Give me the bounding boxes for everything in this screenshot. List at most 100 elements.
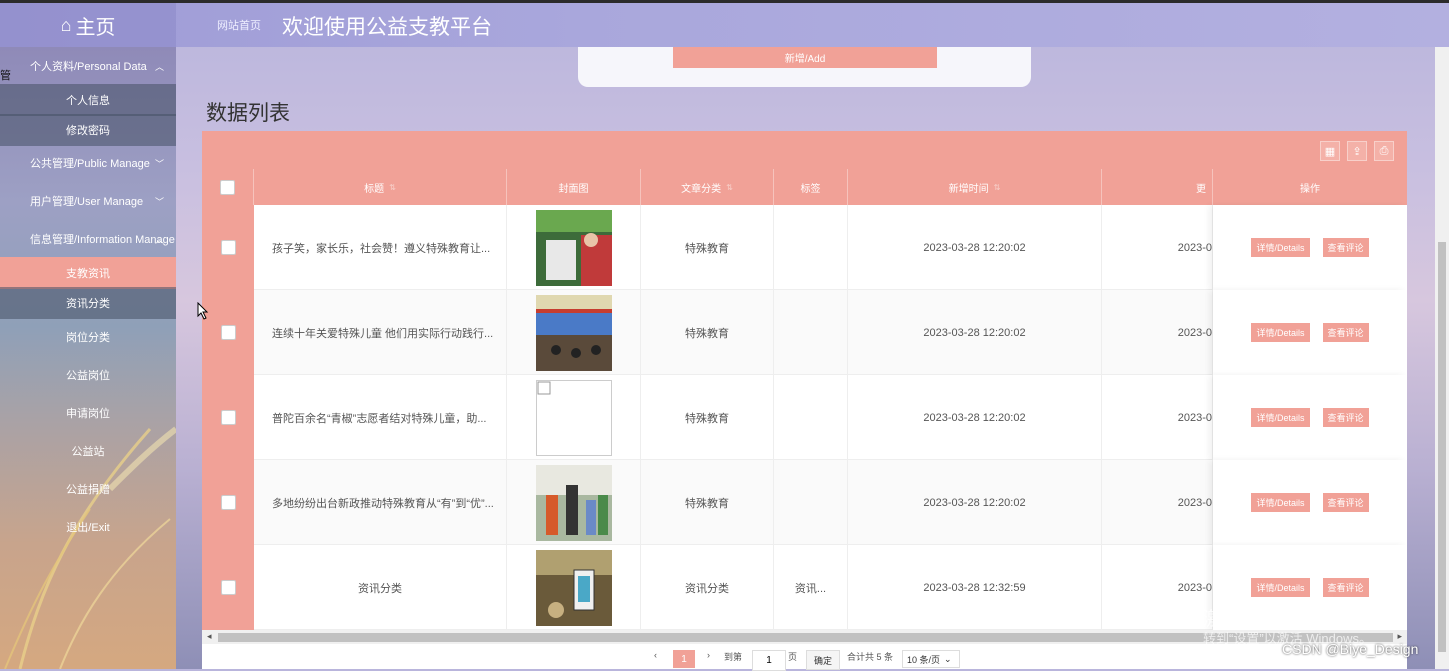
sidebar-item-9[interactable]: 公益岗位 xyxy=(0,359,176,391)
cover-image[interactable] xyxy=(535,549,612,626)
next-page-icon[interactable]: › xyxy=(707,650,710,660)
details-button[interactable]: 详情/Details xyxy=(1251,493,1310,512)
breadcrumb-home[interactable]: 网站首页 xyxy=(217,17,261,33)
sidebar-item-10[interactable]: 申请岗位 xyxy=(0,397,176,429)
view-comments-button[interactable]: 查看评论 xyxy=(1322,408,1369,427)
sidebar-item-4[interactable]: 用户管理/User Manage ﹀ xyxy=(0,185,176,217)
select-all-cell xyxy=(202,169,254,205)
tag-cell xyxy=(774,290,848,375)
cover-image[interactable] xyxy=(535,294,612,371)
row-checkbox[interactable] xyxy=(220,325,236,340)
print-icon[interactable]: ⎙ xyxy=(1374,141,1394,161)
home-link[interactable]: ⌂ 主页 xyxy=(0,3,176,47)
sidebar-item-3[interactable]: 公共管理/Public Manage ﹀ xyxy=(0,147,176,179)
col-time[interactable]: 新增时间 ⇅ xyxy=(848,169,1102,205)
category-cell: 特殊教育 xyxy=(641,205,774,290)
add-panel: 新增/Add xyxy=(578,47,1031,87)
title-cell: 多地纷纷出台新政推动特殊教育从“有”到“优”... xyxy=(254,460,507,545)
chevron-up-icon: ︿ xyxy=(154,61,164,72)
updated-cell: 2023-0 xyxy=(1102,290,1213,375)
sidebar-item-label: 公共管理/Public Manage xyxy=(30,158,150,170)
chevron-down-icon: ﹀ xyxy=(154,158,164,169)
vertical-scroll-thumb[interactable] xyxy=(1438,242,1446,652)
details-button[interactable]: 详情/Details xyxy=(1251,578,1310,597)
sidebar-item-1[interactable]: 个人信息 xyxy=(0,84,176,116)
col-category[interactable]: 文章分类 ⇅ xyxy=(641,169,774,205)
view-comments-button[interactable]: 查看评论 xyxy=(1322,323,1369,342)
page-unit-label: 页 xyxy=(788,652,798,662)
page-size-value: 10 条/页 xyxy=(907,654,941,665)
title-cell: 资讯分类 xyxy=(254,545,507,630)
sidebar-item-label: 支教资讯 xyxy=(66,268,110,280)
sort-icon[interactable]: ⇅ xyxy=(726,183,733,192)
row-actions: 详情/Details 查看评论 xyxy=(1213,290,1407,375)
sidebar-item-7[interactable]: 资讯分类 xyxy=(0,287,176,319)
home-label: 主页 xyxy=(75,16,116,39)
site-title: 欢迎使用公益支教平台 xyxy=(282,16,492,39)
details-button[interactable]: 详情/Details xyxy=(1251,408,1310,427)
prev-page-icon[interactable]: ‹ xyxy=(654,650,657,660)
col-cover: 封面图 xyxy=(507,169,641,205)
sidebar-item-2[interactable]: 修改密码 xyxy=(0,114,176,146)
sidebar-item-13[interactable]: 退出/Exit xyxy=(0,511,176,543)
details-button[interactable]: 详情/Details xyxy=(1251,238,1310,257)
view-comments-button[interactable]: 查看评论 xyxy=(1322,578,1369,597)
columns-icon[interactable]: ▦ xyxy=(1320,141,1340,161)
goto-confirm-button[interactable]: 确定 xyxy=(806,650,840,670)
page-size-select[interactable]: 10 条/页 ⌄ xyxy=(902,650,960,668)
sidebar-item-12[interactable]: 公益捐赠 xyxy=(0,473,176,505)
data-table: ▦ ⇪ ⎙ 标题 ⇅ 封面图 文章分类 ⇅ 标签 新增时间 ⇅ 更 操作 孩子笑，家长… xyxy=(202,131,1407,669)
page-current[interactable]: 1 xyxy=(673,650,695,668)
sidebar-item-11[interactable]: 公益站 xyxy=(0,435,176,467)
sidebar-item-label: 申请岗位 xyxy=(66,408,110,420)
row-select-cell xyxy=(202,460,254,545)
col-category-label: 文章分类 xyxy=(681,183,722,195)
cover-image[interactable] xyxy=(535,464,612,541)
sidebar-item-label: 信息管理/Information Manage xyxy=(30,234,175,246)
row-checkbox[interactable] xyxy=(220,240,236,255)
row-select-cell xyxy=(202,375,254,460)
cover-image[interactable] xyxy=(535,379,612,456)
row-checkbox[interactable] xyxy=(220,580,236,595)
add-button[interactable]: 新增/Add xyxy=(673,47,937,68)
sidebar-item-8[interactable]: 岗位分类 xyxy=(0,321,176,353)
col-cover-label: 封面图 xyxy=(558,183,589,195)
table-row: 孩子笑，家长乐，社会赞！遵义特殊教育让... 特殊教育 2023-03-28 12:… xyxy=(202,205,1407,290)
sidebar-item-label: 个人信息 xyxy=(66,95,110,107)
table-row: 普陀百余名“青椒”志愿者结对特殊儿童，助... 特殊教育 2023-03-28 12… xyxy=(202,375,1407,460)
sidebar-item-label: 个人资料/Personal Data xyxy=(30,61,147,73)
row-select-cell xyxy=(202,205,254,290)
col-time-label: 新增时间 xyxy=(948,183,989,195)
csdn-watermark: CSDN @Biye_Design xyxy=(1282,641,1419,657)
total-count: 合计共 5 条 xyxy=(847,652,894,662)
sidebar-item-6[interactable]: 支教资讯 xyxy=(0,257,176,289)
sidebar-item-0[interactable]: 个人资料/Personal Data ︿ xyxy=(0,50,176,82)
category-cell: 特殊教育 xyxy=(641,460,774,545)
sidebar-item-label: 公益捐赠 xyxy=(66,484,110,496)
sidebar-item-label: 用户管理/User Manage xyxy=(30,196,144,208)
row-checkbox[interactable] xyxy=(220,410,236,425)
goto-page-input[interactable] xyxy=(752,650,786,671)
details-button[interactable]: 详情/Details xyxy=(1251,323,1310,342)
row-checkbox[interactable] xyxy=(220,495,236,510)
row-actions: 详情/Details 查看评论 xyxy=(1213,375,1407,460)
category-cell: 资讯分类 xyxy=(641,545,774,630)
mouse-cursor-icon xyxy=(197,302,209,320)
sidebar-item-5[interactable]: 信息管理/Information Manage ︿ xyxy=(0,223,176,255)
vertical-scrollbar[interactable] xyxy=(1435,47,1449,669)
view-comments-button[interactable]: 查看评论 xyxy=(1322,238,1369,257)
top-header: ⌂ 主页 网站首页 欢迎使用公益支教平台 xyxy=(0,3,1449,47)
cover-cell xyxy=(507,545,641,630)
view-comments-button[interactable]: 查看评论 xyxy=(1322,493,1369,512)
col-title[interactable]: 标题 ⇅ xyxy=(254,169,507,205)
sort-icon[interactable]: ⇅ xyxy=(389,183,396,192)
pagination: ‹ 1 › 到第 页 确定 合计共 5 条 10 条/页⌄ xyxy=(202,644,1407,671)
scroll-left-icon[interactable]: ◂ xyxy=(207,631,212,642)
export-icon[interactable]: ⇪ xyxy=(1347,141,1367,161)
updated-cell: 2023-0 xyxy=(1102,375,1213,460)
col-tag-label: 标签 xyxy=(800,183,821,195)
sort-icon[interactable]: ⇅ xyxy=(994,183,1001,192)
cover-image[interactable] xyxy=(535,209,612,286)
col-updated-label: 更 xyxy=(1196,183,1206,195)
select-all-checkbox[interactable] xyxy=(220,179,235,195)
